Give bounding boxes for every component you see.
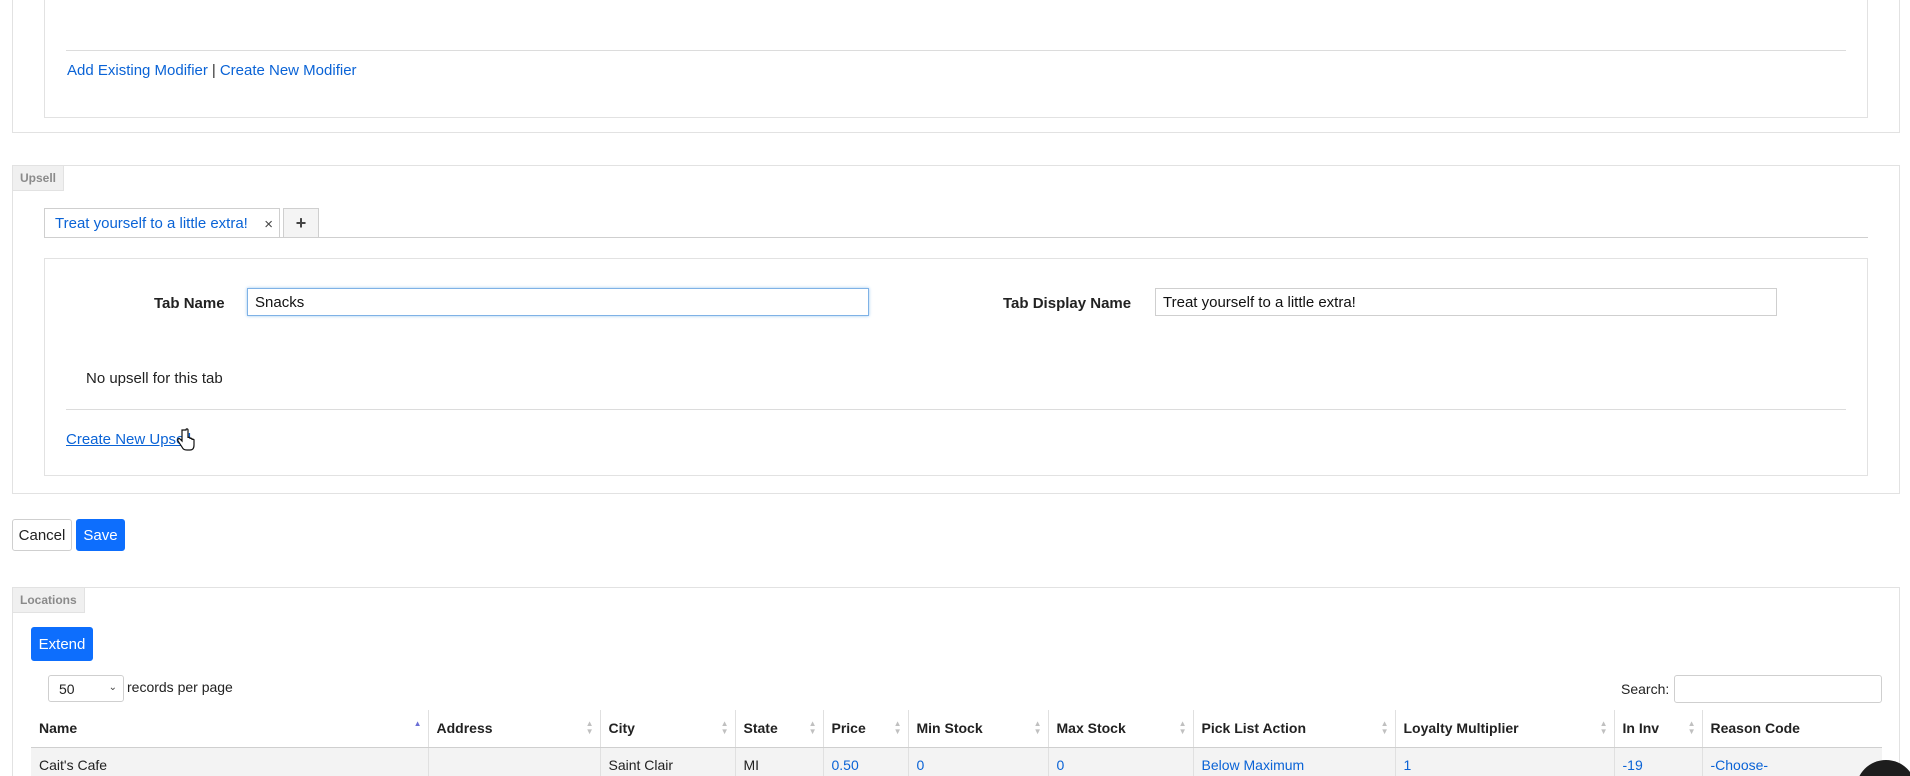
sort-icon: ▲ ▼	[720, 719, 729, 736]
table-row: Cait's Cafe Saint Clair MI 0.50 0 0 Belo…	[31, 747, 1882, 776]
link-separator: |	[211, 62, 216, 79]
locations-legend: Locations	[13, 588, 85, 613]
column-header-price[interactable]: Price ▲ ▼	[822, 710, 908, 748]
plus-icon: +	[295, 213, 307, 233]
sort-icon: ▲ ▼	[1380, 719, 1389, 736]
tab-display-name-input[interactable]	[1155, 288, 1777, 316]
add-tab-button[interactable]: +	[283, 208, 319, 238]
cell-loyalty-multiplier[interactable]: 1	[1394, 747, 1614, 776]
modifier-links: Add Existing Modifier | Create New Modifie…	[67, 62, 357, 79]
cell-price[interactable]: 0.50	[822, 747, 908, 776]
sort-icon: ▲ ▼	[1178, 719, 1187, 736]
chevron-down-icon: ⌄	[108, 682, 117, 693]
column-header-loyalty-multiplier[interactable]: Loyalty Multiplier ▲ ▼	[1394, 710, 1614, 748]
column-header-pick-list-action[interactable]: Pick List Action ▲ ▼	[1192, 710, 1395, 748]
column-header-name[interactable]: Name ▲	[31, 710, 428, 748]
column-header-max-stock[interactable]: Max Stock ▲ ▼	[1047, 710, 1193, 748]
column-header-city[interactable]: City ▲ ▼	[599, 710, 735, 748]
cell-state: MI	[734, 747, 823, 776]
locations-table: Name ▲ Address ▲ ▼ City ▲ ▼ State ▲ ▼ Price ▲ ▼ M…	[31, 710, 1882, 776]
tab-name-label: Tab Name	[154, 295, 225, 312]
cell-in-inv[interactable]: -19	[1613, 747, 1702, 776]
no-upsell-message: No upsell for this tab	[86, 370, 223, 387]
records-per-page-select[interactable]: 50 ⌄	[48, 675, 124, 702]
page-size-value: 50	[59, 680, 75, 697]
column-header-reason-code[interactable]: Reason Code	[1701, 710, 1882, 748]
tab-strip-line	[44, 237, 1868, 238]
tab-treat-yourself[interactable]: Treat yourself to a little extra! ×	[44, 208, 280, 238]
modifiers-inner: Add Existing Modifier | Create New Modifie…	[44, 0, 1868, 118]
tab-label: Treat yourself to a little extra!	[55, 215, 248, 232]
upsell-legend: Upsell	[13, 166, 65, 191]
upsell-divider	[66, 409, 1846, 410]
column-header-state[interactable]: State ▲ ▼	[734, 710, 823, 748]
sort-icon: ▲ ▼	[893, 719, 902, 736]
column-header-address[interactable]: Address ▲ ▼	[427, 710, 600, 748]
column-header-min-stock[interactable]: Min Stock ▲ ▼	[907, 710, 1048, 748]
tab-name-input[interactable]	[247, 288, 869, 316]
save-button[interactable]: Save	[76, 519, 125, 551]
modifiers-panel: Add Existing Modifier | Create New Modifie…	[12, 0, 1900, 133]
sort-icon: ▲ ▼	[1687, 719, 1696, 736]
tab-display-name-label: Tab Display Name	[1003, 295, 1132, 312]
create-new-upsell-link[interactable]: Create New Upsell	[66, 431, 191, 448]
search-input[interactable]	[1674, 675, 1882, 703]
hand-cursor-icon	[177, 428, 195, 451]
cancel-button[interactable]: Cancel	[12, 519, 72, 551]
sort-icon: ▲ ▼	[1599, 719, 1608, 736]
cell-city: Saint Clair	[599, 747, 735, 776]
records-per-page-label: records per page	[127, 679, 233, 695]
cell-pick-list-action[interactable]: Below Maximum	[1192, 747, 1395, 776]
cell-min-stock[interactable]: 0	[907, 747, 1048, 776]
column-header-in-inv[interactable]: In Inv ▲ ▼	[1613, 710, 1702, 748]
sort-icon: ▲ ▼	[585, 719, 594, 736]
sort-asc-icon: ▲	[413, 719, 422, 728]
create-new-modifier-link[interactable]: Create New Modifier	[220, 62, 357, 79]
sort-icon: ▲ ▼	[808, 719, 817, 736]
cell-address	[427, 747, 600, 776]
cell-reason-code[interactable]: -Choose-	[1701, 747, 1882, 776]
search-label: Search:	[1621, 681, 1670, 697]
sort-icon: ▲ ▼	[1033, 719, 1042, 736]
close-icon[interactable]: ×	[264, 216, 273, 233]
add-existing-modifier-link[interactable]: Add Existing Modifier	[67, 62, 208, 79]
table-header-row: Name ▲ Address ▲ ▼ City ▲ ▼ State ▲ ▼ Price ▲ ▼ M…	[31, 710, 1882, 748]
cell-name: Cait's Cafe	[31, 747, 428, 776]
modifiers-divider	[66, 50, 1846, 51]
extend-button[interactable]: Extend	[31, 627, 93, 661]
cell-max-stock[interactable]: 0	[1047, 747, 1193, 776]
